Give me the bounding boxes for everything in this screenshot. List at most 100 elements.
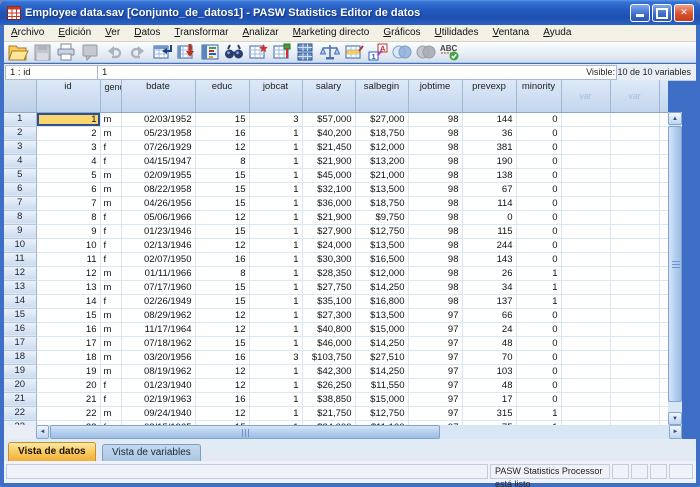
minimize-button[interactable] (630, 4, 650, 22)
cell-prevexp[interactable]: 17 (462, 392, 516, 406)
cell-gender[interactable]: f (100, 392, 121, 406)
cell-jobcat[interactable]: 1 (249, 210, 302, 224)
cell-jobcat[interactable]: 3 (249, 350, 302, 364)
cell-var[interactable] (610, 112, 659, 126)
cell-salbegin[interactable]: $21,000 (355, 168, 408, 182)
open-file-icon[interactable] (7, 42, 29, 62)
cell-var[interactable] (610, 364, 659, 378)
cell-prevexp[interactable]: 24 (462, 322, 516, 336)
cell-gender[interactable]: m (100, 308, 121, 322)
cell-var[interactable] (561, 224, 610, 238)
cell-gender[interactable]: f (100, 252, 121, 266)
cell-var[interactable] (561, 196, 610, 210)
cell-prevexp[interactable]: 143 (462, 252, 516, 266)
cell-jobtime[interactable]: 97 (408, 336, 462, 350)
cell-gender[interactable]: m (100, 266, 121, 280)
cell-salary[interactable]: $103,750 (302, 350, 355, 364)
vertical-scrollbar-thumb[interactable] (668, 126, 682, 402)
cell-educ[interactable]: 12 (195, 364, 249, 378)
cell-prevexp[interactable]: 190 (462, 154, 516, 168)
menu-item-ventana[interactable]: Ventana (485, 25, 536, 41)
cell-jobtime[interactable]: 98 (408, 266, 462, 280)
cell-salary[interactable]: $28,350 (302, 266, 355, 280)
menu-item-archivo[interactable]: Archivo (4, 25, 51, 41)
cell-salary[interactable]: $21,900 (302, 210, 355, 224)
cell-salbegin[interactable]: $18,750 (355, 196, 408, 210)
cell-id[interactable]: 20 (36, 378, 100, 392)
cell-var[interactable] (561, 336, 610, 350)
cell-var[interactable] (610, 406, 659, 420)
cell-bdate[interactable]: 04/26/1956 (121, 196, 195, 210)
cell-jobtime[interactable]: 97 (408, 378, 462, 392)
cell-salbegin[interactable]: $14,250 (355, 336, 408, 350)
row-header-6[interactable]: 6 (4, 182, 36, 196)
cell-minority[interactable]: 1 (516, 294, 561, 308)
cell-bdate[interactable]: 02/19/1963 (121, 392, 195, 406)
cell-salbegin[interactable]: $14,250 (355, 280, 408, 294)
cell-prevexp[interactable]: 144 (462, 112, 516, 126)
cell-var[interactable] (610, 350, 659, 364)
cell-bdate[interactable]: 01/23/1940 (121, 378, 195, 392)
cell-prevexp[interactable]: 70 (462, 350, 516, 364)
cell-salbegin[interactable]: $9,750 (355, 210, 408, 224)
cell-educ[interactable]: 16 (195, 252, 249, 266)
cell-jobtime[interactable]: 98 (408, 112, 462, 126)
cell-gender[interactable]: m (100, 126, 121, 140)
column-header-id[interactable]: id (36, 80, 100, 112)
cell-jobtime[interactable]: 98 (408, 182, 462, 196)
cell-salbegin[interactable]: $13,500 (355, 308, 408, 322)
cell-salary[interactable]: $57,000 (302, 112, 355, 126)
cell-prevexp[interactable]: 244 (462, 238, 516, 252)
cell-minority[interactable]: 0 (516, 182, 561, 196)
cell-salary[interactable]: $27,900 (302, 224, 355, 238)
cell-salbegin[interactable]: $14,250 (355, 364, 408, 378)
cell-prevexp[interactable]: 34 (462, 280, 516, 294)
cell-jobtime[interactable]: 97 (408, 308, 462, 322)
cell-jobcat[interactable]: 3 (249, 112, 302, 126)
goto-variable-icon[interactable] (175, 42, 197, 62)
cell-salary[interactable]: $32,100 (302, 182, 355, 196)
cell-prevexp[interactable]: 103 (462, 364, 516, 378)
cell-bdate[interactable]: 08/19/1962 (121, 364, 195, 378)
maximize-button[interactable] (652, 4, 672, 22)
column-header-var-2[interactable]: var (610, 80, 659, 112)
scroll-down-arrow-icon[interactable]: ▼ (668, 412, 682, 425)
cell-jobcat[interactable]: 1 (249, 196, 302, 210)
cell-var[interactable] (561, 112, 610, 126)
cell-salbegin[interactable]: $27,510 (355, 350, 408, 364)
row-header-5[interactable]: 5 (4, 168, 36, 182)
cell-salbegin[interactable]: $13,500 (355, 182, 408, 196)
cell-salary[interactable]: $46,000 (302, 336, 355, 350)
cell-var[interactable] (610, 322, 659, 336)
menu-item-datos[interactable]: Datos (127, 25, 167, 41)
tab-vista-de-datos[interactable]: Vista de datos (8, 442, 96, 461)
cell-jobcat[interactable]: 1 (249, 140, 302, 154)
cell-bdate[interactable]: 03/20/1956 (121, 350, 195, 364)
cell-minority[interactable]: 0 (516, 168, 561, 182)
cell-bdate[interactable]: 02/07/1950 (121, 252, 195, 266)
cell-minority[interactable]: 0 (516, 322, 561, 336)
cell-var[interactable] (561, 350, 610, 364)
cell-prevexp[interactable]: 315 (462, 406, 516, 420)
cell-var[interactable] (561, 126, 610, 140)
cell-id[interactable]: 9 (36, 224, 100, 238)
column-header-educ[interactable]: educ (195, 80, 249, 112)
cell-id[interactable]: 8 (36, 210, 100, 224)
menu-item-ayuda[interactable]: Ayuda (536, 25, 578, 41)
cell-salbegin[interactable]: $13,200 (355, 154, 408, 168)
column-header-minority[interactable]: minority (516, 80, 561, 112)
cell-jobcat[interactable]: 1 (249, 182, 302, 196)
row-header-21[interactable]: 21 (4, 392, 36, 406)
insert-cases-icon[interactable] (247, 42, 269, 62)
close-button[interactable]: ✕ (674, 4, 694, 22)
cell-minority[interactable]: 0 (516, 392, 561, 406)
cell-id[interactable]: 11 (36, 252, 100, 266)
cell-minority[interactable]: 0 (516, 210, 561, 224)
cell-jobcat[interactable]: 1 (249, 294, 302, 308)
cell-salary[interactable]: $38,850 (302, 392, 355, 406)
cell-educ[interactable]: 15 (195, 196, 249, 210)
cell-salbegin[interactable]: $12,750 (355, 224, 408, 238)
cell-jobtime[interactable]: 98 (408, 140, 462, 154)
tab-vista-de-variables[interactable]: Vista de variables (102, 444, 201, 461)
cell-var[interactable] (610, 168, 659, 182)
